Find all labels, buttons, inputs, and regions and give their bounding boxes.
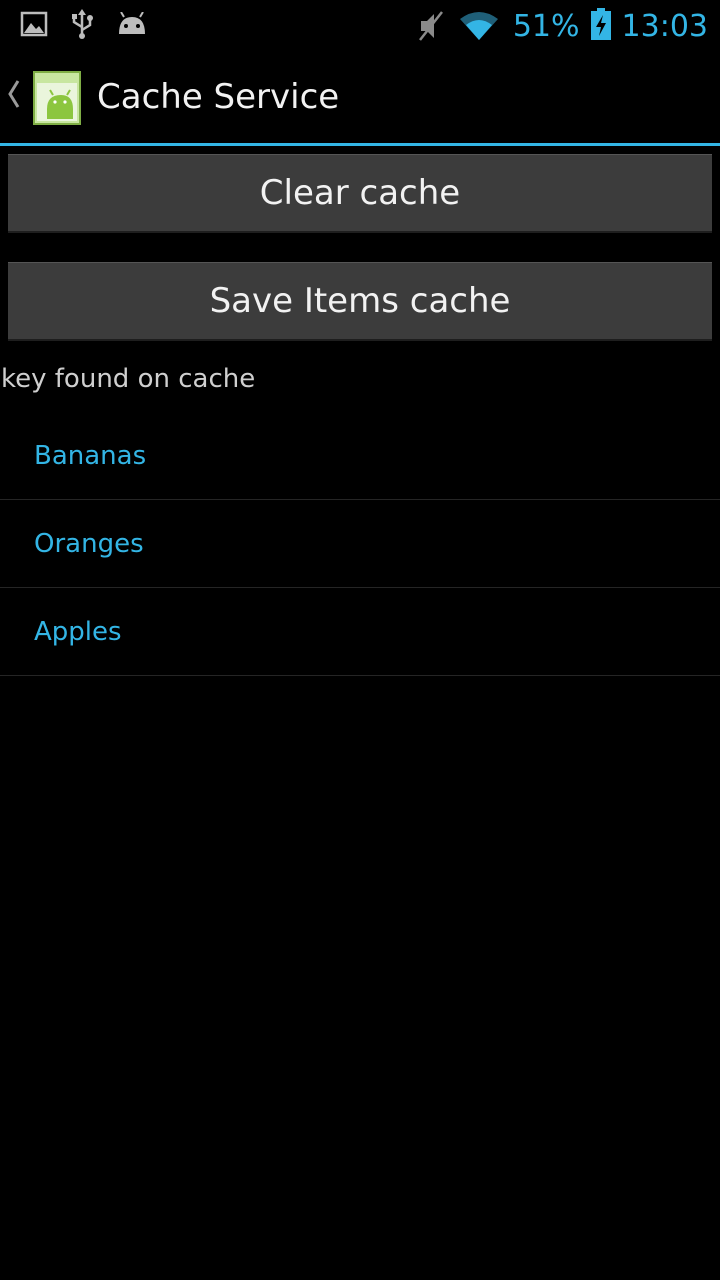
gallery-icon (20, 11, 48, 37)
system-icons: 51% 13:03 (417, 4, 708, 48)
list-item-label: Apples (34, 616, 122, 647)
action-bar-divider (0, 143, 720, 146)
list-item-label: Bananas (34, 440, 147, 471)
usb-icon (70, 9, 94, 39)
clear-cache-button[interactable]: Clear cache (8, 154, 712, 233)
notification-icons (20, 9, 148, 39)
battery-charging-icon (590, 8, 612, 44)
battery-percent: 51% (512, 8, 580, 44)
wifi-icon (459, 11, 499, 41)
list-item[interactable]: Bananas (0, 412, 720, 500)
screen: 51% 13:03 Cache Service Clear cache Save… (0, 0, 720, 1280)
action-bar: Cache Service (0, 51, 720, 143)
status-bar: 51% 13:03 (0, 0, 720, 50)
cache-status-label: key found on cache (1, 364, 256, 394)
android-debug-icon (116, 12, 148, 36)
cache-item-list: Bananas Oranges Apples (0, 412, 720, 676)
list-item[interactable]: Apples (0, 588, 720, 676)
save-items-cache-button[interactable]: Save Items cache (8, 262, 712, 341)
up-chevron-icon[interactable] (6, 79, 20, 113)
mute-icon (417, 10, 445, 42)
clock: 13:03 (621, 8, 708, 44)
list-item-label: Oranges (34, 528, 144, 559)
app-launcher-icon[interactable] (33, 71, 81, 129)
page-title: Cache Service (97, 77, 340, 117)
list-item[interactable]: Oranges (0, 500, 720, 588)
